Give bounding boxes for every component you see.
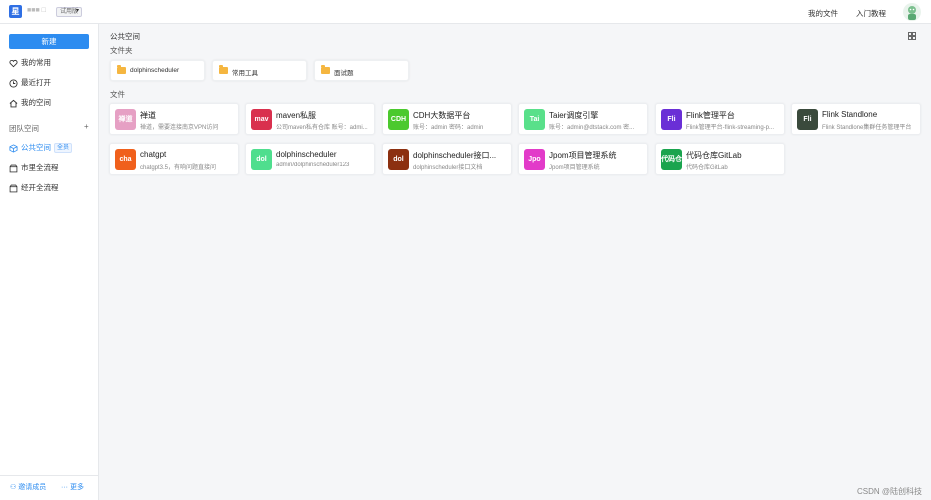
sidebar-item-city-process[interactable]: 市里全流程 (9, 162, 91, 174)
sidebar-item-favorites[interactable]: 我的常用 (9, 57, 91, 69)
file-name: dolphinscheduler接口... (413, 151, 497, 160)
file-description: chatgpt3.5，有响问题直接问 (140, 165, 217, 171)
add-team-space-button[interactable]: + (84, 122, 89, 131)
app-logo[interactable]: 星 (9, 5, 22, 18)
file-description: 公司maven私有仓库 账号：admi... (276, 125, 368, 131)
folder-item[interactable]: dolphinscheduler (110, 60, 205, 81)
folder-item[interactable]: 常用工具 (212, 60, 307, 81)
file-name: 禅道 (140, 111, 156, 120)
file-name: Flink管理平台 (686, 111, 735, 120)
folder-item[interactable]: 面试题 (314, 60, 409, 81)
team-space-heading: 团队空间 (9, 124, 39, 133)
app-icon: Fli (661, 109, 682, 130)
top-bar: 星 ■■■ □ 试用版 ▾ 我的文件 入门教程 (0, 0, 931, 24)
app-icon: dol (388, 149, 409, 170)
sidebar-item-label: 最近打开 (21, 78, 51, 87)
tutorial-link[interactable]: 入门教程 (856, 8, 886, 19)
user-avatar-icon (908, 6, 916, 20)
app-icon: dol (251, 149, 272, 170)
more-label: 更多 (69, 484, 84, 491)
avatar[interactable] (903, 3, 921, 21)
new-button[interactable]: 新建 (9, 34, 89, 49)
file-card[interactable]: mav maven私服 公司maven私有仓库 账号：admi... (245, 103, 375, 135)
folder-name: dolphinscheduler (130, 67, 180, 74)
grid-view-icon[interactable] (908, 32, 916, 40)
folder-icon (219, 65, 228, 74)
app-icon: CDH (388, 109, 409, 130)
box-icon (9, 184, 18, 193)
file-card[interactable]: Tai Taier调度引擎 账号：admin@dtstack.com 密... (518, 103, 648, 135)
file-card[interactable]: 禅道 禅道 禅道，需要连接南京VPN访问 (109, 103, 239, 135)
app-icon: 代码仓 (661, 149, 682, 170)
file-description: dolphinscheduler接口文档 (413, 165, 483, 171)
box-icon (9, 164, 18, 173)
file-description: Flink Standlone集群任务管理平台 (822, 125, 912, 131)
file-description: Flink管理平台-flink-streaming-p... (686, 125, 775, 131)
user-icon: ⚇ (10, 484, 17, 491)
file-description: 禅道，需要连接南京VPN访问 (140, 125, 219, 131)
sidebar-item-recent[interactable]: 最近打开 (9, 77, 91, 89)
main-content: 公共空间 文件夹 dolphinscheduler 常用工具 面试题 文件 禅道… (100, 24, 931, 500)
file-name: dolphinscheduler (276, 150, 337, 159)
my-files-link[interactable]: 我的文件 (808, 8, 838, 19)
file-card[interactable]: cha chatgpt chatgpt3.5，有响问题直接问 (109, 143, 239, 175)
sidebar-item-label: 我的常用 (21, 58, 51, 67)
file-name: 代码仓库GitLab (686, 151, 742, 160)
file-name: chatgpt (140, 150, 167, 159)
file-description: 账号：admin 密码：admin (413, 125, 484, 131)
invite-label: 邀请成员 (18, 484, 47, 491)
more-icon: ··· (61, 484, 68, 491)
file-description: 代码仓库GitLab (686, 165, 728, 171)
file-card[interactable]: Fli Flink Standlone Flink Standlone集群任务管… (791, 103, 921, 135)
sidebar-item-label: 我的空间 (21, 98, 51, 107)
file-card[interactable]: Fli Flink管理平台 Flink管理平台-flink-streaming-… (655, 103, 785, 135)
sidebar-item-dev-zone-process[interactable]: 经开全流程 (9, 182, 91, 194)
file-name: Flink Standlone (822, 110, 878, 119)
file-description: 账号：admin@dtstack.com 密... (549, 125, 635, 131)
all-members-badge: 全员 (54, 143, 73, 154)
file-name: CDH大数据平台 (413, 111, 471, 120)
org-name[interactable]: ■■■ □ (27, 6, 55, 16)
file-description: admin/dolphinscheduler123 (276, 162, 350, 168)
home-icon (9, 99, 18, 108)
folders-heading: 文件夹 (110, 46, 133, 55)
files-heading: 文件 (110, 90, 125, 99)
app-icon: Jpo (524, 149, 545, 170)
sidebar-footer: ⚇ 邀请成员 ··· 更多 (0, 475, 99, 500)
file-name: Taier调度引擎 (549, 111, 599, 120)
file-card[interactable]: 代码仓 代码仓库GitLab 代码仓库GitLab (655, 143, 785, 175)
file-card[interactable]: dol dolphinscheduler接口... dolphinschedul… (382, 143, 512, 175)
app-icon: mav (251, 109, 272, 130)
sidebar-item-my-space[interactable]: 我的空间 (9, 97, 91, 109)
folder-name: 面试题 (334, 70, 354, 77)
sidebar-item-label: 公共空间 (21, 143, 51, 152)
sidebar-item-public-space[interactable]: 公共空间 全员 (9, 142, 91, 154)
sidebar: 新建 我的常用 最近打开 我的空间 团队空间 + 公共空间 全员 市里全流程 经开… (0, 24, 99, 500)
folder-icon (321, 65, 330, 74)
breadcrumb: 公共空间 (110, 32, 140, 41)
file-card[interactable]: Jpo Jpom项目管理系统 Jpom项目管理系统 (518, 143, 648, 175)
app-icon: cha (115, 149, 136, 170)
file-card[interactable]: CDH CDH大数据平台 账号：admin 密码：admin (382, 103, 512, 135)
heart-icon (9, 59, 18, 68)
chevron-down-icon[interactable]: ▾ (76, 7, 79, 14)
more-link[interactable]: ··· 更多 (61, 482, 84, 492)
file-name: Jpom项目管理系统 (549, 151, 617, 160)
app-icon: 禅道 (115, 109, 136, 130)
app-icon: Tai (524, 109, 545, 130)
folder-name: 常用工具 (232, 70, 258, 77)
file-description: Jpom项目管理系统 (549, 165, 600, 171)
folder-icon (117, 65, 126, 74)
app-icon: Fli (797, 109, 818, 130)
watermark: CSDN @陆创科技 (857, 487, 923, 496)
cube-icon (9, 143, 18, 153)
sidebar-item-label: 市里全流程 (21, 163, 59, 172)
clock-icon (9, 78, 18, 88)
file-card[interactable]: dol dolphinscheduler admin/dolphinschedu… (245, 143, 375, 175)
file-name: maven私服 (276, 111, 317, 120)
invite-members-link[interactable]: ⚇ 邀请成员 (10, 482, 46, 492)
sidebar-item-label: 经开全流程 (21, 183, 59, 192)
